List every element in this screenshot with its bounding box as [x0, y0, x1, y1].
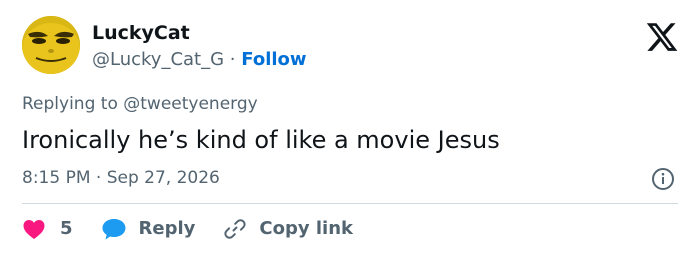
timestamp-separator: ·: [95, 168, 102, 188]
reply-context-target[interactable]: @tweetyenergy: [123, 94, 257, 114]
author-handle-line: @Lucky_Cat_G · Follow: [92, 48, 307, 72]
info-icon[interactable]: [651, 167, 675, 191]
author-name[interactable]: LuckyCat: [92, 21, 190, 45]
timestamp-date: Sep 27, 2026: [106, 168, 220, 188]
tweet-text: Ironically he’s kind of like a movie Jes…: [22, 126, 500, 154]
reply-context-prefix: Replying to: [22, 94, 118, 114]
tweet-embed: LuckyCat @Lucky_Cat_G · Follow Replying …: [0, 0, 700, 256]
follow-button[interactable]: Follow: [241, 49, 306, 70]
copy-link-label: Copy link: [259, 218, 353, 239]
copy-link-button[interactable]: Copy link: [223, 217, 353, 241]
heart-icon: [22, 218, 46, 240]
handle-separator: ·: [229, 49, 236, 70]
reply-context: Replying to @tweetyenergy: [22, 93, 258, 115]
author-handle[interactable]: @Lucky_Cat_G: [92, 49, 224, 70]
like-count: 5: [60, 218, 73, 239]
reply-label: Reply: [138, 218, 196, 239]
timestamp-time: 8:15 PM: [22, 168, 91, 188]
like-button[interactable]: 5: [22, 217, 73, 241]
divider: [22, 203, 678, 204]
link-icon: [223, 217, 247, 241]
tweet-timestamp[interactable]: 8:15 PM · Sep 27, 2026: [22, 167, 220, 189]
avatar[interactable]: [22, 16, 80, 74]
action-bar: 5 Reply Copy link: [22, 215, 353, 243]
speech-bubble-icon: [101, 217, 127, 241]
reply-button[interactable]: Reply: [101, 217, 196, 241]
x-logo-icon[interactable]: [645, 20, 679, 54]
